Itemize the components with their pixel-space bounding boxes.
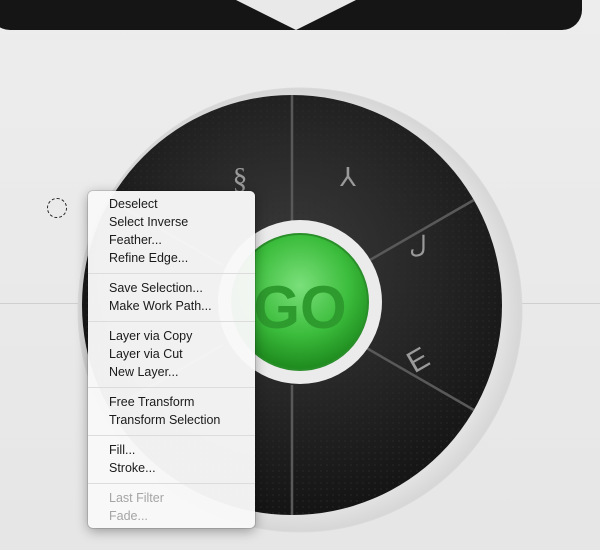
marquee-cursor-icon xyxy=(47,198,67,218)
menu-item-fade: Fade... xyxy=(109,509,148,523)
menu-separator xyxy=(88,482,255,484)
menu-item-transform-selection[interactable]: Transform Selection xyxy=(88,411,255,429)
menu-item-stroke[interactable]: Stroke... xyxy=(88,459,255,477)
figure-icon[interactable]: ⅄ xyxy=(339,162,356,192)
menu-item-save-selection[interactable]: Save Selection... xyxy=(88,279,255,297)
menu-item-select-inverse[interactable]: Select Inverse xyxy=(88,213,255,231)
context-menu: Deselect Select Inverse Feather... Refine E… xyxy=(88,191,255,528)
menu-item-deselect[interactable]: Deselect xyxy=(88,195,255,213)
menu-item-refine-edge[interactable]: Refine Edge... xyxy=(88,249,255,267)
menu-item-layer-via-copy[interactable]: Layer via Copy xyxy=(88,327,255,345)
go-button-label: GO xyxy=(253,274,346,341)
menu-item-feather[interactable]: Feather... xyxy=(88,231,255,249)
menu-separator xyxy=(88,434,255,436)
menu-separator xyxy=(88,272,255,274)
menu-separator xyxy=(88,386,255,388)
menu-item-fill[interactable]: Fill... xyxy=(88,441,255,459)
menu-item-layer-via-cut[interactable]: Layer via Cut xyxy=(88,345,255,363)
menu-item-make-work-path[interactable]: Make Work Path... xyxy=(88,297,255,315)
menu-item-free-transform[interactable]: Free Transform xyxy=(88,393,255,411)
menu-item-new-layer[interactable]: New Layer... xyxy=(88,363,255,381)
menu-item-last-filter: Last Filter xyxy=(109,491,164,505)
hook-icon[interactable]: ل xyxy=(409,232,426,259)
menu-separator xyxy=(88,320,255,322)
